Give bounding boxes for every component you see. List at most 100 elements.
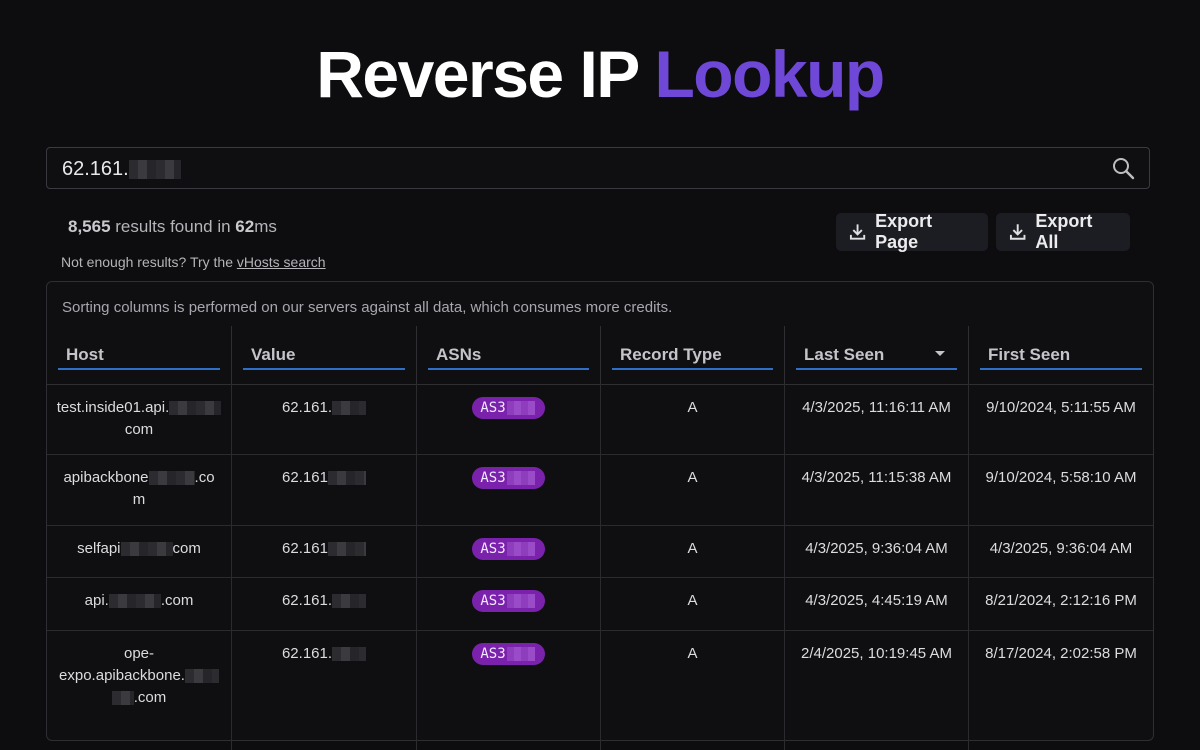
cell-first-seen: 9/10/2024, 5:11:55 AM (986, 399, 1136, 416)
redacted-block (506, 471, 535, 485)
cell-last-seen: 2/4/2025, 10:19:45 AM (785, 630, 969, 750)
results-unit: ms (254, 217, 277, 236)
redacted-block (332, 400, 367, 416)
results-table: Sorting columns is performed on our serv… (46, 281, 1154, 750)
cell-record-type: A (601, 525, 785, 577)
redacted-block (327, 541, 366, 557)
cell-host: ope-expo.apibackbone. .com (47, 630, 232, 750)
search-value[interactable]: 62.161. (62, 158, 181, 181)
column-record-type[interactable]: Record Type (601, 326, 785, 384)
column-value[interactable]: Value (232, 326, 417, 384)
redacted-block (506, 542, 535, 556)
asn-badge[interactable]: AS3 (472, 643, 545, 665)
cell-first-seen: 8/21/2024, 2:12:16 PM (985, 592, 1137, 609)
search-icon[interactable] (1111, 156, 1135, 180)
cell-last-seen: 4/3/2025, 11:16:11 AM (785, 384, 969, 454)
column-host[interactable]: Host (47, 326, 232, 384)
cell-value: 62.161. (232, 577, 417, 630)
host-text: ope- (123, 645, 155, 662)
cell-value: 62.161. (232, 630, 417, 750)
cell-record-type: A (601, 630, 785, 750)
redacted-block (128, 160, 181, 179)
cell-asn: AS3 (417, 454, 601, 525)
asn-text: AS3 (480, 593, 506, 609)
table-row[interactable]: test.inside01.api. com 62.161. AS3 A 4/3/… (47, 384, 1153, 455)
export-all-label: Export All (1035, 211, 1093, 252)
host-text: api. (84, 592, 109, 609)
cell-value: 62.161 (232, 454, 417, 525)
cell-last-seen: 4/3/2025, 4:45:19 AM (785, 577, 969, 630)
sort-desc-icon[interactable] (935, 351, 945, 356)
asn-badge[interactable]: AS3 (472, 590, 545, 612)
asn-text: AS3 (480, 470, 506, 486)
sorting-note: Sorting columns is performed on our serv… (62, 299, 673, 316)
host-text: expo.apibackbone. (59, 667, 185, 684)
redacted-block (111, 690, 134, 706)
cell-record-type: A (601, 577, 785, 630)
hint-prefix: Not enough results? Try the (61, 254, 237, 270)
cell-value: 62.161 (232, 525, 417, 577)
cell-host: selfapi com (47, 525, 232, 577)
cell-host: api. .com (47, 577, 232, 630)
table-row[interactable]: ope-expo.apibackbone. .com 62.161. AS3 A … (47, 630, 1153, 750)
value-text: 62.161. (281, 645, 333, 662)
host-text: com (172, 540, 201, 557)
cell-asn: AS3 (417, 577, 601, 630)
value-text: 62.161. (281, 592, 333, 609)
cell-record-type: A (601, 384, 785, 454)
column-last-seen-label: Last Seen (796, 345, 957, 370)
column-asns-label: ASNs (428, 345, 589, 370)
redacted-block (506, 401, 535, 415)
host-text: selfapi (77, 540, 121, 557)
table-row[interactable]: selfapi com 62.161 AS3 A 4/3/2025, 9:36:0… (47, 525, 1153, 578)
export-page-label: Export Page (875, 211, 933, 252)
redacted-block (332, 593, 367, 609)
cell-value: 62.161. (232, 384, 417, 454)
value-text: 62.161 (282, 540, 328, 557)
value-text: 62.161. (281, 399, 333, 416)
cell-asn: AS3 (417, 630, 601, 750)
redacted-block (108, 593, 161, 609)
column-last-seen[interactable]: Last Seen (785, 326, 969, 384)
redacted-block (148, 470, 195, 486)
host-text: m (132, 491, 146, 508)
column-asns[interactable]: ASNs (417, 326, 601, 384)
download-icon (1009, 224, 1026, 240)
host-text: com (124, 421, 154, 438)
asn-badge[interactable]: AS3 (472, 538, 545, 560)
asn-text: AS3 (480, 541, 506, 557)
cell-first-seen: 8/17/2024, 2:02:58 PM (985, 645, 1137, 662)
column-first-seen[interactable]: First Seen (969, 326, 1153, 384)
cell-asn: AS3 (417, 525, 601, 577)
export-page-button[interactable]: Export Page (836, 211, 988, 252)
search-value-text: 62.161. (62, 158, 129, 180)
asn-badge[interactable]: AS3 (472, 397, 545, 419)
host-text: apibackbone (63, 469, 149, 486)
redacted-block (506, 647, 535, 661)
redacted-block (184, 668, 219, 684)
table-row[interactable]: apibackbone .co m 62.161 AS3 A 4/3/2025, 1… (47, 454, 1153, 526)
page-title: Reverse IP Lookup (0, 34, 1200, 114)
export-all-button[interactable]: Export All (996, 211, 1130, 252)
asn-text: AS3 (480, 646, 506, 662)
table-row[interactable]: api. .com 62.161. AS3 A 4/3/2025, 4:45:19… (47, 577, 1153, 631)
cell-first-seen: 9/10/2024, 5:58:10 AM (985, 469, 1137, 486)
redacted-block (332, 646, 367, 662)
vhosts-search-link[interactable]: vHosts search (237, 254, 326, 270)
search-input[interactable]: 62.161. (46, 147, 1150, 189)
cell-last-seen: 4/3/2025, 9:36:04 AM (785, 525, 969, 577)
hint-text: Not enough results? Try the vHosts searc… (61, 254, 326, 270)
asn-text: AS3 (480, 400, 506, 416)
asn-badge[interactable]: AS3 (472, 467, 545, 489)
redacted-block (120, 541, 173, 557)
results-count: 8,565 (68, 217, 111, 236)
title-accent: Lookup (654, 37, 885, 111)
results-time: 62 (235, 217, 255, 236)
table-header: Host Value ASNs Record Type Last Seen Fi… (47, 326, 1153, 385)
host-text: test.inside01.api. (56, 399, 170, 416)
cell-asn: AS3 (417, 384, 601, 454)
host-text: .co (194, 469, 215, 486)
host-text: .com (133, 689, 167, 706)
cell-last-seen: 4/3/2025, 11:15:38 AM (785, 454, 969, 525)
cell-first-seen: 4/3/2025, 9:36:04 AM (989, 540, 1133, 557)
